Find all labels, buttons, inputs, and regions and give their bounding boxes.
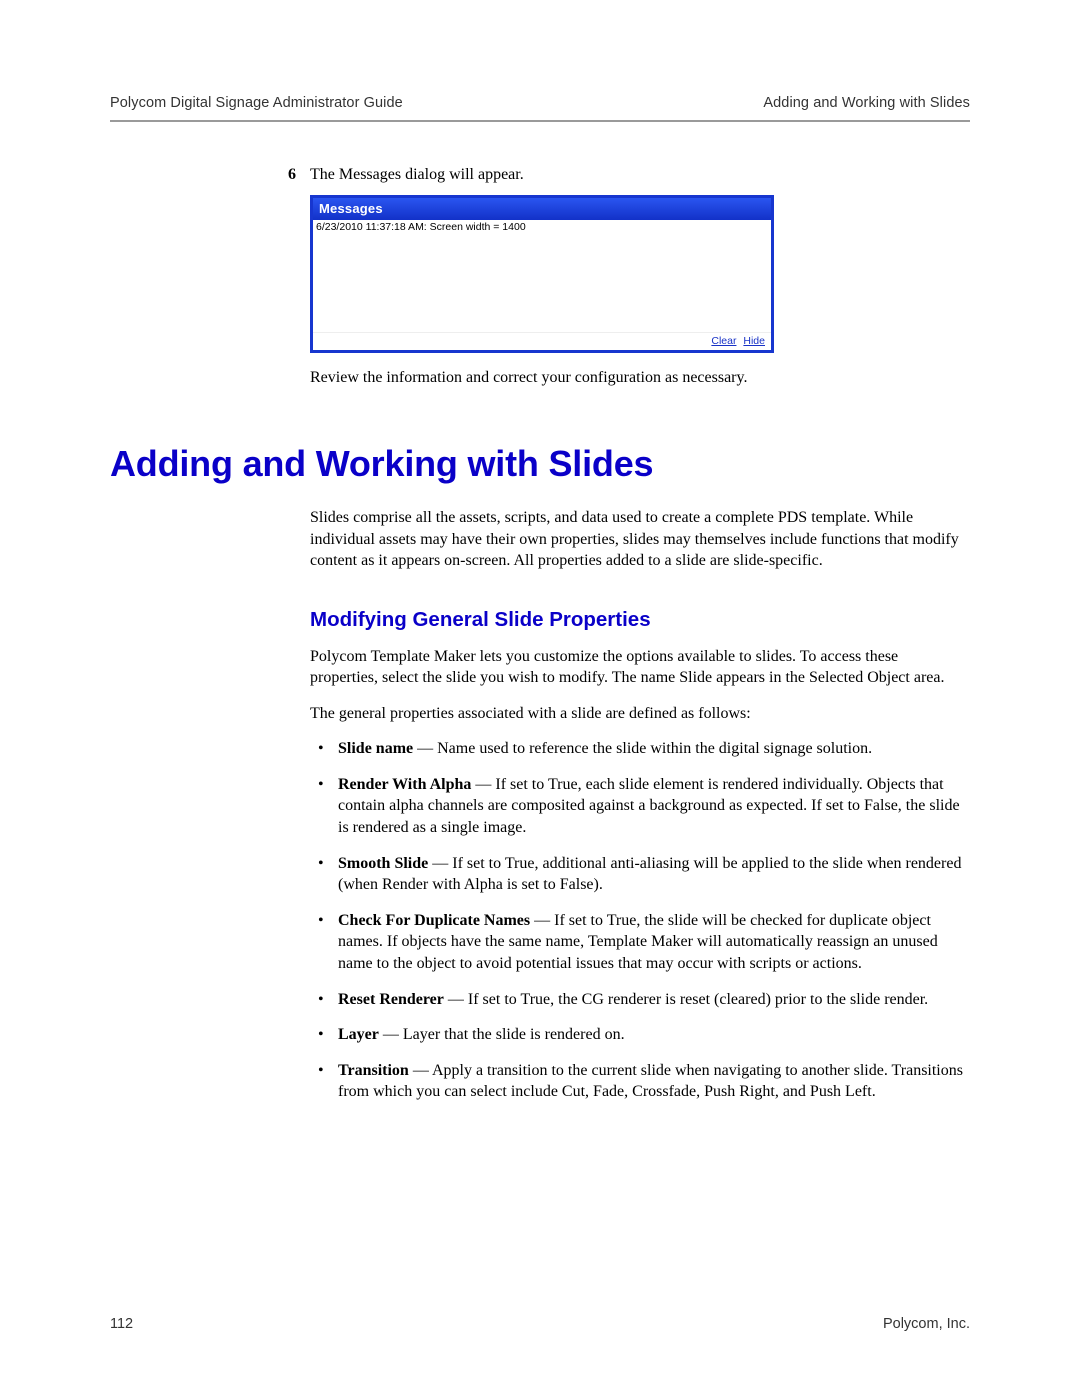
list-item: Slide name — Name used to reference the … (310, 738, 970, 760)
prop-desc: — If set to True, additional anti-aliasi… (338, 855, 961, 894)
intro-paragraph: Slides comprise all the assets, scripts,… (310, 507, 970, 572)
prop-term: Reset Renderer (338, 991, 444, 1008)
section-heading-h1: Adding and Working with Slides (110, 440, 970, 489)
messages-dialog: Messages 6/23/2010 11:37:18 AM: Screen w… (310, 195, 774, 353)
page-number: 112 (110, 1315, 133, 1335)
list-item: Reset Renderer — If set to True, the CG … (310, 989, 970, 1011)
step-text: The Messages dialog will appear. (310, 166, 524, 183)
prop-term: Render With Alpha (338, 776, 471, 793)
list-item: Smooth Slide — If set to True, additiona… (310, 853, 970, 896)
messages-footer: Clear Hide (313, 332, 771, 350)
header-left: Polycom Digital Signage Administrator Gu… (110, 94, 403, 114)
prop-term: Smooth Slide (338, 855, 428, 872)
prop-desc: — Apply a transition to the current slid… (338, 1062, 963, 1101)
prop-desc: — Layer that the slide is rendered on. (379, 1026, 625, 1043)
running-header: Polycom Digital Signage Administrator Gu… (110, 94, 970, 122)
messages-clear-link[interactable]: Clear (711, 335, 736, 347)
list-item: Render With Alpha — If set to True, each… (310, 774, 970, 839)
messages-body: 6/23/2010 11:37:18 AM: Screen width = 14… (313, 220, 771, 332)
document-page: Polycom Digital Signage Administrator Gu… (0, 0, 1080, 1397)
prop-term: Slide name (338, 740, 413, 757)
page-footer: 112 Polycom, Inc. (110, 1315, 970, 1335)
prop-desc: — If set to True, the CG renderer is res… (444, 991, 928, 1008)
messages-hide-link[interactable]: Hide (743, 335, 765, 347)
messages-titlebar: Messages (313, 198, 771, 220)
step-number: 6 (288, 164, 296, 186)
list-item: Check For Duplicate Names — If set to Tr… (310, 910, 970, 975)
prop-term: Check For Duplicate Names (338, 912, 530, 929)
section-body: Slides comprise all the assets, scripts,… (310, 507, 970, 1103)
section-heading-h2: Modifying General Slide Properties (310, 606, 970, 634)
prop-desc: — Name used to reference the slide withi… (413, 740, 872, 757)
header-right: Adding and Working with Slides (763, 94, 970, 114)
prop-term: Transition (338, 1062, 409, 1079)
properties-list: Slide name — Name used to reference the … (310, 738, 970, 1103)
review-text: Review the information and correct your … (310, 367, 970, 389)
list-item: Layer — Layer that the slide is rendered… (310, 1024, 970, 1046)
company-name: Polycom, Inc. (883, 1315, 970, 1335)
mod-paragraph-1: Polycom Template Maker lets you customiz… (310, 646, 970, 689)
prop-term: Layer (338, 1026, 379, 1043)
step-block: 6 The Messages dialog will appear. Messa… (310, 164, 970, 389)
list-item: Transition — Apply a transition to the c… (310, 1060, 970, 1103)
mod-paragraph-2: The general properties associated with a… (310, 703, 970, 725)
